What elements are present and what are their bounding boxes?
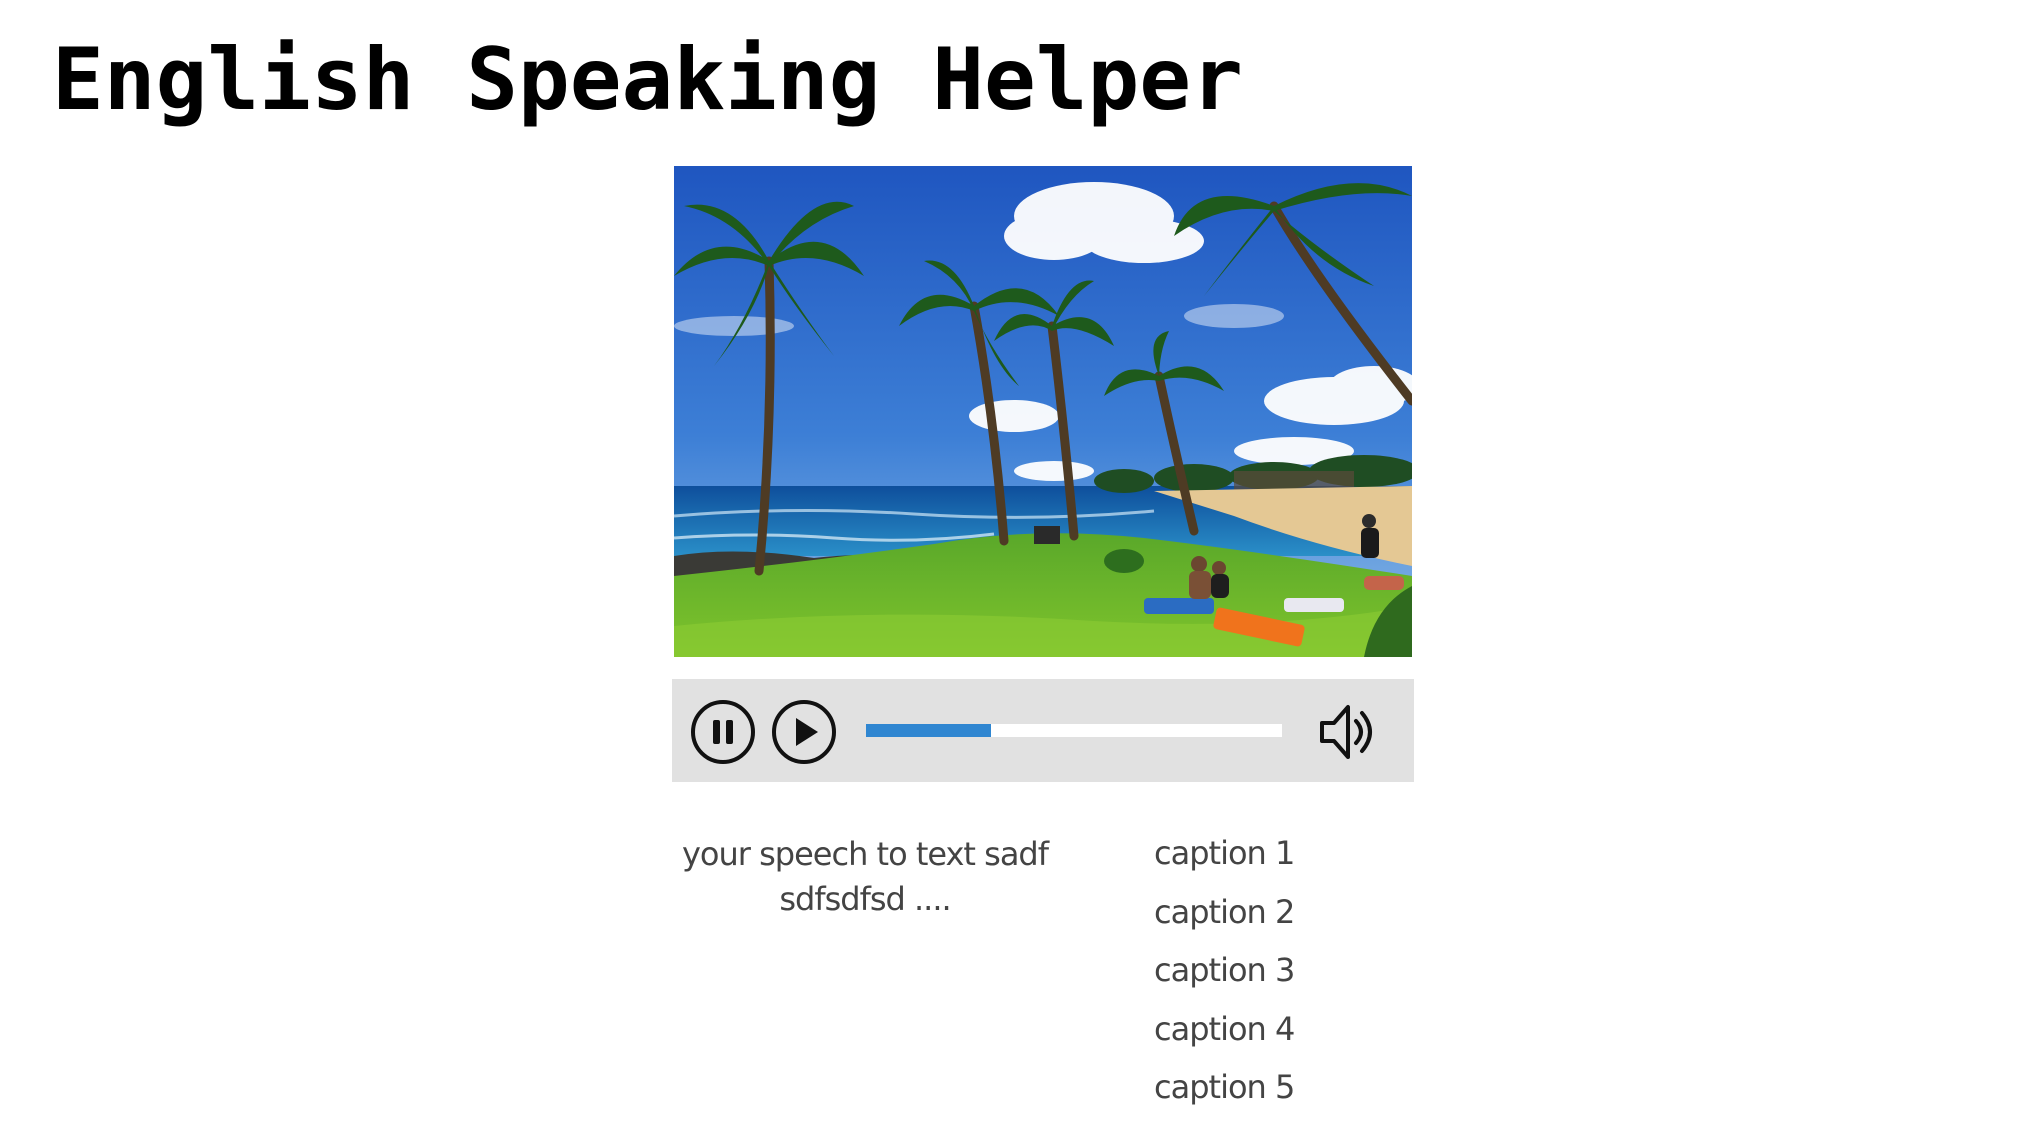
caption-item[interactable]: caption 3 bbox=[1154, 951, 1295, 1010]
play-circle-icon bbox=[772, 700, 836, 764]
progress-bar[interactable] bbox=[866, 724, 1282, 737]
video-frame[interactable] bbox=[674, 166, 1412, 657]
pause-button[interactable] bbox=[690, 699, 756, 765]
caption-item[interactable]: caption 4 bbox=[1154, 1010, 1295, 1069]
beach-scene-image bbox=[674, 166, 1412, 657]
progress-fill bbox=[866, 724, 991, 737]
caption-item[interactable]: caption 2 bbox=[1154, 893, 1295, 952]
caption-list: caption 1 caption 2 caption 3 caption 4 … bbox=[1154, 834, 1295, 1127]
play-button[interactable] bbox=[771, 699, 837, 765]
pause-circle-icon bbox=[691, 700, 755, 764]
page-title: English Speaking Helper bbox=[52, 30, 1243, 130]
media-player-bar bbox=[672, 679, 1414, 782]
caption-item[interactable]: caption 5 bbox=[1154, 1068, 1295, 1127]
speaker-volume-icon bbox=[1320, 705, 1372, 759]
volume-button[interactable] bbox=[1318, 699, 1382, 765]
speech-to-text-output: your speech to text sadf sdfsdfsd .... bbox=[681, 835, 1049, 918]
caption-item[interactable]: caption 1 bbox=[1154, 834, 1295, 893]
